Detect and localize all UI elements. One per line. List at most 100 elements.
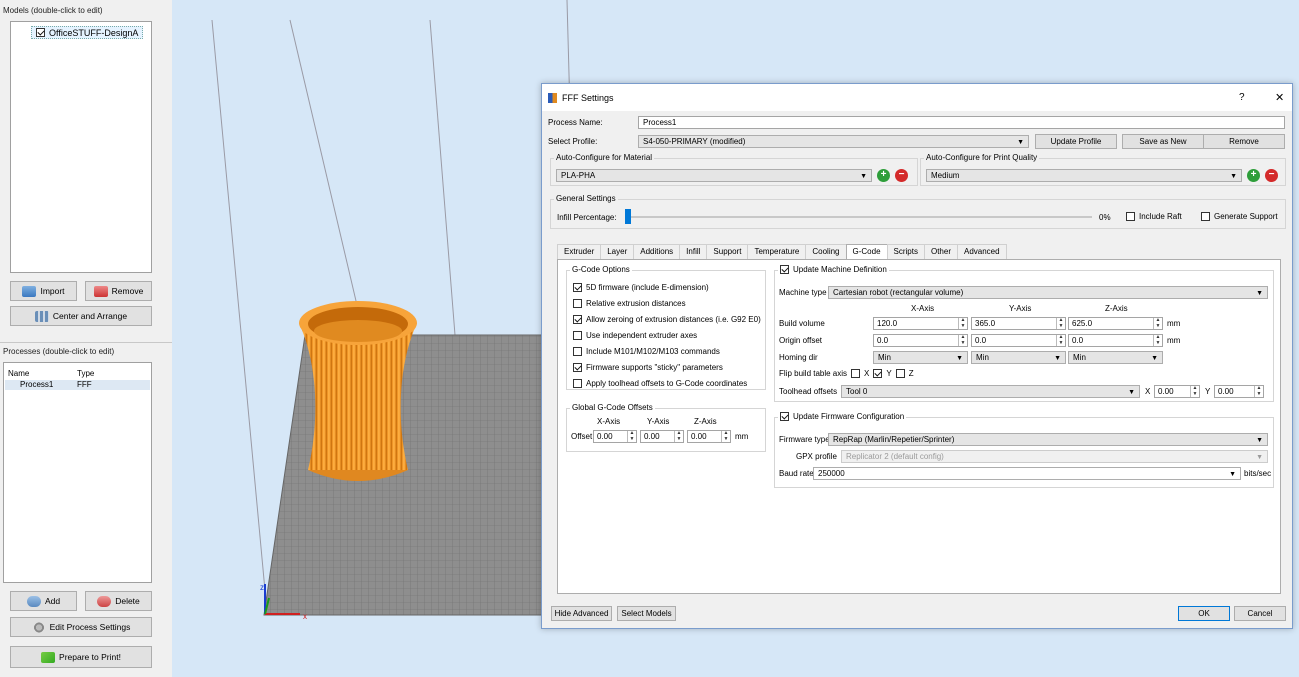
dialog-title: FFF Settings <box>562 93 614 103</box>
process-row[interactable]: Process1 FFF <box>5 380 150 390</box>
spin-arrows-icon[interactable]: ▲ ▼ <box>1153 317 1162 329</box>
spin-arrows-icon[interactable]: ▲ ▼ <box>1153 334 1162 346</box>
import-button[interactable]: Import <box>10 281 77 301</box>
gcode-option[interactable]: Apply toolhead offsets to G-Code coordin… <box>573 379 747 388</box>
add-quality-icon[interactable]: + <box>1247 169 1260 182</box>
gcode-option[interactable]: Firmware supports "sticky" parameters <box>573 363 723 372</box>
build-z-input[interactable]: 625.0 ▲ ▼ <box>1068 317 1163 330</box>
gcode-option[interactable]: Use independent extruder axes <box>573 331 697 340</box>
spin-arrows-icon[interactable]: ▲ ▼ <box>1190 385 1199 397</box>
gcode-option-checkbox[interactable] <box>573 299 582 308</box>
generate-support-toggle[interactable]: Generate Support <box>1201 212 1278 221</box>
gcode-option-checkbox[interactable] <box>573 363 582 372</box>
tab-additions[interactable]: Additions <box>633 244 681 259</box>
prepare-to-print-button[interactable]: Prepare to Print! <box>10 646 152 668</box>
quality-select[interactable]: Medium ▼ <box>926 169 1242 182</box>
toolhead-select[interactable]: Tool 0 ▼ <box>841 385 1140 398</box>
tab-extruder[interactable]: Extruder <box>557 244 602 259</box>
import-icon <box>22 285 37 297</box>
origin-y-input[interactable]: 0.0 ▲ ▼ <box>971 334 1066 347</box>
remove-material-icon[interactable]: − <box>895 169 908 182</box>
spin-arrows-icon[interactable]: ▲ ▼ <box>674 430 683 442</box>
offset-z-input[interactable]: 0.00 ▲ ▼ <box>687 430 731 443</box>
ok-button[interactable]: OK <box>1178 606 1230 621</box>
tab-cooling[interactable]: Cooling <box>805 244 847 259</box>
gcode-option-checkbox[interactable] <box>573 283 582 292</box>
spin-arrows-icon[interactable]: ▲ ▼ <box>958 317 967 329</box>
cancel-button[interactable]: Cancel <box>1234 606 1286 621</box>
firmware-type-select[interactable]: RepRap (Marlin/Repetier/Sprinter) ▼ <box>828 433 1268 446</box>
homing-x-select[interactable]: Min ▼ <box>873 351 968 364</box>
flip-y-checkbox[interactable] <box>873 369 883 378</box>
baud-rate-select[interactable]: 250000 ▼ <box>813 467 1241 480</box>
gcode-option-checkbox[interactable] <box>573 331 582 340</box>
processes-list[interactable]: Name Type Process1 FFF <box>3 362 152 583</box>
tab-temperature[interactable]: Temperature <box>747 244 807 259</box>
infill-slider-handle[interactable] <box>625 209 631 224</box>
select-models-button[interactable]: Select Models <box>617 606 676 621</box>
origin-x-input[interactable]: 0.0 ▲ ▼ <box>873 334 968 347</box>
gcode-option[interactable]: Relative extrusion distances <box>573 299 686 308</box>
center-arrange-button[interactable]: Center and Arrange <box>10 306 152 326</box>
origin-z-value: 0.0 <box>1072 336 1084 345</box>
chevron-down-icon: ▼ <box>1229 471 1236 478</box>
infill-slider-track[interactable] <box>627 216 1092 218</box>
tab-infill[interactable]: Infill <box>679 244 708 259</box>
spin-arrows-icon[interactable]: ▲ ▼ <box>1254 385 1263 397</box>
update-firmware-toggle[interactable]: Update Firmware Configuration <box>778 412 907 421</box>
add-material-icon[interactable]: + <box>877 169 890 182</box>
offset-x-input[interactable]: 0.00 ▲ ▼ <box>593 430 637 443</box>
gcode-option-checkbox[interactable] <box>573 347 582 356</box>
spin-arrows-icon[interactable]: ▲ ▼ <box>627 430 636 442</box>
homing-dir-label: Homing dir <box>779 353 818 362</box>
build-y-value: 365.0 <box>975 319 996 328</box>
flip-x-checkbox[interactable] <box>851 369 861 378</box>
flip-axis-label: Flip build table axis <box>779 369 848 378</box>
gcode-option-checkbox[interactable] <box>573 379 582 388</box>
spin-arrows-icon[interactable]: ▲ ▼ <box>1056 317 1065 329</box>
edit-process-settings-button[interactable]: Edit Process Settings <box>10 617 152 637</box>
close-icon[interactable]: ✕ <box>1275 91 1284 104</box>
tab-g-code[interactable]: G-Code <box>845 244 888 260</box>
models-list[interactable]: OfficeSTUFF-DesignA <box>10 21 152 273</box>
model-item[interactable]: OfficeSTUFF-DesignA <box>31 26 144 39</box>
process-name-input[interactable]: Process1 <box>638 116 1285 129</box>
toolhead-y-input[interactable]: 0.00 ▲ ▼ <box>1214 385 1264 398</box>
toolhead-x-input[interactable]: 0.00 ▲ ▼ <box>1154 385 1200 398</box>
spin-arrows-icon[interactable]: ▲ ▼ <box>721 430 730 442</box>
profile-select[interactable]: S4-050-PRIMARY (modified) ▼ <box>638 135 1029 148</box>
remove-profile-button[interactable]: Remove <box>1203 134 1285 149</box>
update-profile-button[interactable]: Update Profile <box>1035 134 1117 149</box>
save-as-new-button[interactable]: Save as New <box>1122 134 1204 149</box>
remove-model-button[interactable]: Remove <box>85 281 152 301</box>
machine-type-select[interactable]: Cartesian robot (rectangular volume) ▼ <box>828 286 1268 299</box>
origin-z-input[interactable]: 0.0 ▲ ▼ <box>1068 334 1163 347</box>
tab-other[interactable]: Other <box>923 244 958 259</box>
homing-y-select[interactable]: Min ▼ <box>971 351 1066 364</box>
tab-scripts[interactable]: Scripts <box>886 244 925 259</box>
gcode-option[interactable]: 5D firmware (include E-dimension) <box>573 283 709 292</box>
material-select[interactable]: PLA-PHA ▼ <box>556 169 872 182</box>
delete-process-button[interactable]: Delete <box>85 591 152 611</box>
include-raft-toggle[interactable]: Include Raft <box>1126 212 1182 221</box>
build-y-input[interactable]: 365.0 ▲ ▼ <box>971 317 1066 330</box>
gcode-option[interactable]: Include M101/M102/M103 commands <box>573 347 720 356</box>
hide-advanced-button[interactable]: Hide Advanced <box>551 606 612 621</box>
gcode-option-checkbox[interactable] <box>573 315 582 324</box>
tab-layer[interactable]: Layer <box>600 244 635 259</box>
homing-z-select[interactable]: Min ▼ <box>1068 351 1163 364</box>
gcode-option[interactable]: Allow zeroing of extrusion distances (i.… <box>573 315 761 324</box>
tab-support[interactable]: Support <box>706 244 749 259</box>
update-machine-toggle[interactable]: Update Machine Definition <box>778 265 889 274</box>
spin-arrows-icon[interactable]: ▲ ▼ <box>1056 334 1065 346</box>
flip-z-checkbox[interactable] <box>895 369 905 378</box>
help-button[interactable]: ? <box>1239 92 1245 103</box>
offset-y-input[interactable]: 0.00 ▲ ▼ <box>640 430 684 443</box>
remove-quality-icon[interactable]: − <box>1265 169 1278 182</box>
tab-advanced[interactable]: Advanced <box>956 244 1007 259</box>
model-checkbox[interactable] <box>36 28 45 37</box>
add-process-button[interactable]: Add <box>10 591 77 611</box>
spin-arrows-icon[interactable]: ▲ ▼ <box>958 334 967 346</box>
offset-y-value: 0.00 <box>644 432 660 441</box>
build-x-input[interactable]: 120.0 ▲ ▼ <box>873 317 968 330</box>
